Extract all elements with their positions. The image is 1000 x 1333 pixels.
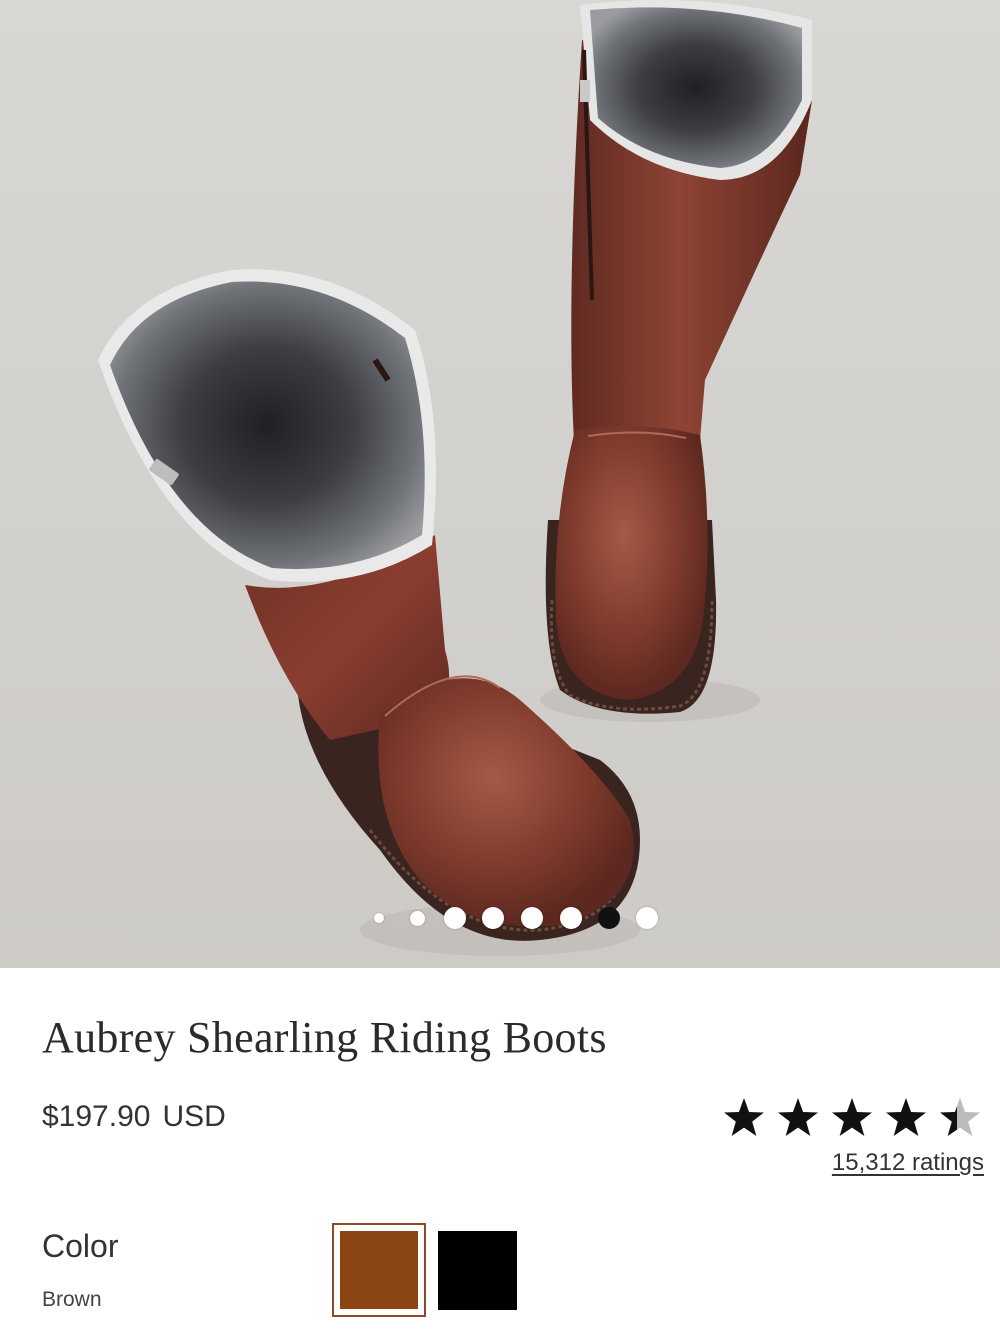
right-boot (540, 0, 812, 722)
gallery-dot-3[interactable] (444, 907, 466, 929)
price-currency: USD (162, 1100, 226, 1133)
gallery-dot-6[interactable] (560, 907, 582, 929)
product-title: Aubrey Shearling Riding Boots (42, 1013, 607, 1062)
product-image-gallery[interactable] (0, 0, 1000, 968)
gallery-dot-7[interactable] (598, 907, 620, 929)
product-price: $197.90 USD (42, 1100, 226, 1134)
color-swatch-brown[interactable] (332, 1223, 426, 1317)
star-icon (832, 1098, 872, 1136)
color-swatch-black[interactable] (438, 1231, 517, 1310)
star-icon (778, 1098, 818, 1136)
star-icon (724, 1098, 764, 1136)
gallery-pagination (0, 906, 1000, 930)
gallery-dot-8[interactable] (636, 907, 658, 929)
star-icon (886, 1098, 926, 1136)
color-label: Color (42, 1228, 119, 1264)
swatch-fill (338, 1229, 420, 1311)
price-amount: $197.90 (42, 1100, 151, 1133)
gallery-dot-5[interactable] (521, 907, 543, 929)
product-image (98, 0, 812, 956)
star-icon (940, 1098, 980, 1136)
gallery-dot-4[interactable] (482, 907, 504, 929)
ratings-count-link[interactable]: 15,312 ratings (832, 1149, 984, 1177)
selected-color-name: Brown (42, 1288, 102, 1311)
gallery-dot-1[interactable] (374, 913, 384, 923)
gallery-dot-2[interactable] (410, 911, 425, 926)
star-rating[interactable] (722, 1094, 984, 1142)
